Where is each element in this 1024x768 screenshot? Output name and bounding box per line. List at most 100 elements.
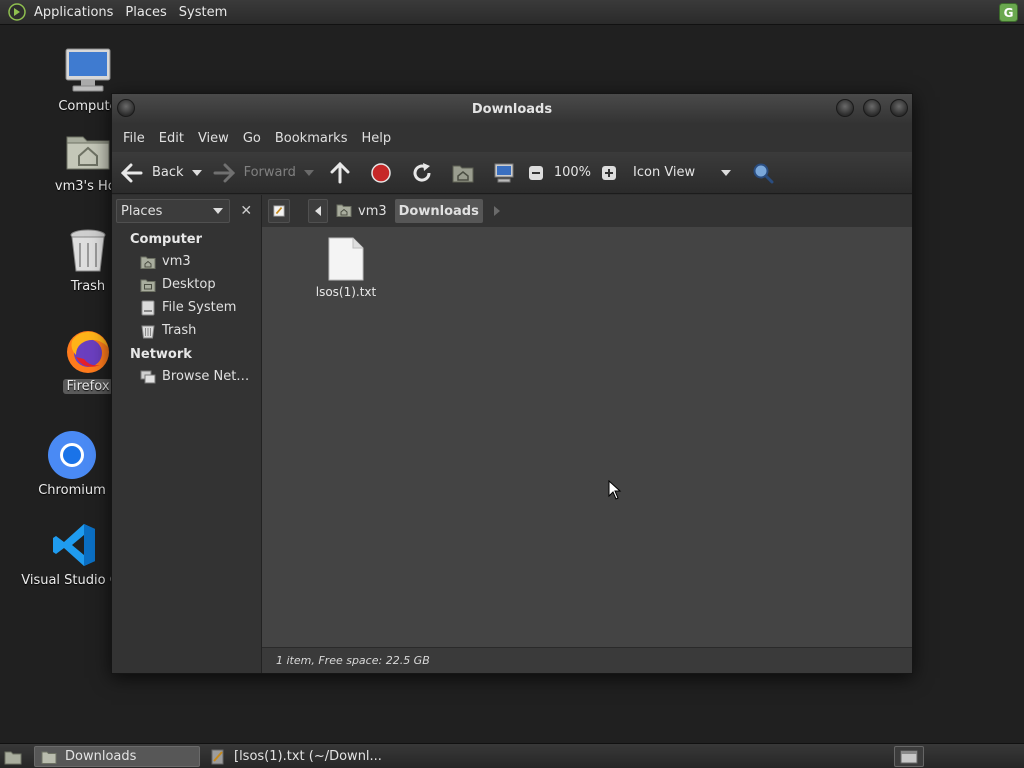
task-downloads[interactable]: Downloads bbox=[34, 746, 200, 767]
reload-button[interactable] bbox=[410, 157, 434, 189]
folder-icon bbox=[41, 751, 57, 764]
zoom-level: 100% bbox=[553, 165, 592, 180]
applications-menu[interactable]: Applications bbox=[28, 0, 119, 25]
places-select-label: Places bbox=[121, 203, 163, 219]
sidebar-item-trash[interactable]: Trash bbox=[112, 319, 261, 342]
sidebar-section-computer: Computer bbox=[130, 232, 203, 247]
computer-icon bbox=[65, 48, 111, 92]
vscode-icon bbox=[53, 524, 95, 566]
desktop-icon-label: Trash bbox=[70, 279, 106, 294]
back-history-dropdown[interactable] bbox=[191, 169, 202, 176]
back-button[interactable]: Back bbox=[120, 157, 184, 189]
view-mode-dropdown-icon bbox=[721, 169, 732, 176]
close-button[interactable] bbox=[890, 99, 908, 117]
back-arrow-icon bbox=[120, 161, 144, 185]
toolbar: Back Forward 100% Icon View bbox=[112, 152, 912, 194]
minimize-button[interactable] bbox=[836, 99, 854, 117]
path-scroll-right-button[interactable] bbox=[489, 199, 505, 223]
stop-button[interactable] bbox=[369, 157, 393, 189]
sidebar-places-select[interactable]: Places bbox=[116, 199, 230, 223]
menu-bookmarks[interactable]: Bookmarks bbox=[268, 131, 355, 146]
menu-help[interactable]: Help bbox=[354, 131, 398, 146]
zoom-in-icon bbox=[597, 161, 621, 185]
trash-icon bbox=[70, 229, 106, 272]
mint-menu-icon[interactable] bbox=[8, 3, 26, 21]
sidebar-item-label: Trash bbox=[162, 323, 197, 338]
menu-go[interactable]: Go bbox=[236, 131, 268, 146]
zoom-in-button[interactable] bbox=[597, 157, 621, 189]
computer-icon bbox=[492, 161, 516, 185]
sidebar-close-button[interactable]: ✕ bbox=[236, 200, 257, 222]
desktop-icon-label: Compute bbox=[58, 99, 118, 114]
file-manager-window: Downloads File Edit View Go Bookmarks He… bbox=[111, 93, 913, 674]
text-file-icon bbox=[328, 237, 364, 281]
sidebar-item-vm3[interactable]: vm3 bbox=[112, 250, 261, 273]
pathbar: vm3 Downloads bbox=[262, 195, 912, 227]
zoom-out-button[interactable]: 100% bbox=[524, 157, 591, 189]
menu-edit[interactable]: Edit bbox=[152, 131, 191, 146]
desktop-icon-label: Chromium bbox=[38, 483, 106, 498]
workspace-icon bbox=[900, 750, 918, 763]
top-panel: Applications Places System G bbox=[0, 0, 1024, 25]
home-button[interactable] bbox=[451, 157, 475, 189]
sidebar-item-label: Desktop bbox=[162, 277, 216, 292]
path-scroll-left-button[interactable] bbox=[308, 199, 328, 223]
up-arrow-icon bbox=[328, 161, 352, 185]
maximize-button[interactable] bbox=[863, 99, 881, 117]
stop-icon bbox=[369, 161, 393, 185]
menu-view[interactable]: View bbox=[191, 131, 236, 146]
window-title: Downloads bbox=[471, 101, 553, 117]
crumb-vm3[interactable]: vm3 bbox=[332, 199, 391, 223]
system-menu[interactable]: System bbox=[173, 0, 233, 25]
update-manager-icon[interactable]: G bbox=[999, 3, 1018, 22]
view-mode-label: Icon View bbox=[633, 165, 696, 180]
sidebar-item-label: vm3 bbox=[162, 254, 191, 269]
chevron-left-icon bbox=[315, 206, 321, 216]
back-label: Back bbox=[152, 165, 184, 180]
forward-button[interactable]: Forward bbox=[212, 157, 296, 189]
bottom-panel: Downloads [lsos(1).txt (~/Downl... bbox=[0, 743, 1024, 768]
chevron-right-icon bbox=[493, 206, 500, 216]
chromium-icon bbox=[48, 431, 96, 479]
window-titlebar[interactable]: Downloads bbox=[112, 94, 912, 124]
up-button[interactable] bbox=[328, 157, 352, 189]
computer-button[interactable] bbox=[492, 157, 516, 189]
places-menu[interactable]: Places bbox=[119, 0, 172, 25]
desktop-icon-label: Firefox bbox=[63, 379, 113, 394]
search-button[interactable] bbox=[751, 157, 775, 189]
sidebar: Places ✕ Computer vm3 Desktop File Syste… bbox=[112, 195, 262, 673]
toggle-location-entry-button[interactable] bbox=[268, 199, 290, 223]
text-editor-icon bbox=[211, 749, 224, 764]
desktop-folder-icon bbox=[140, 279, 156, 292]
sidebar-header: Places ✕ bbox=[112, 195, 261, 227]
sidebar-item-desktop[interactable]: Desktop bbox=[112, 273, 261, 296]
sidebar-item-filesystem[interactable]: File System bbox=[112, 296, 261, 319]
home-folder-icon bbox=[66, 136, 110, 170]
reload-icon bbox=[410, 161, 434, 185]
workspace-switcher[interactable] bbox=[894, 746, 924, 767]
firefox-icon bbox=[67, 331, 109, 373]
forward-label: Forward bbox=[243, 165, 296, 180]
sidebar-item-label: Browse Net… bbox=[162, 369, 250, 384]
view-mode-select[interactable]: Icon View bbox=[625, 157, 735, 189]
crumb-downloads[interactable]: Downloads bbox=[394, 199, 483, 223]
home-folder-icon bbox=[336, 204, 352, 217]
forward-history-dropdown[interactable] bbox=[303, 169, 314, 176]
home-folder-icon bbox=[140, 256, 156, 269]
show-desktop-button[interactable] bbox=[0, 746, 26, 767]
svg-text:G: G bbox=[1004, 6, 1014, 20]
show-desktop-icon bbox=[4, 751, 22, 764]
menu-file[interactable]: File bbox=[116, 131, 152, 146]
task-text-editor[interactable]: [lsos(1).txt (~/Downl... bbox=[204, 746, 394, 767]
home-folder-icon bbox=[451, 161, 475, 185]
chevron-down-icon bbox=[212, 208, 223, 214]
file-item[interactable]: lsos(1).txt bbox=[314, 237, 378, 299]
file-view[interactable]: lsos(1).txt bbox=[262, 227, 912, 647]
content-area: Places ✕ Computer vm3 Desktop File Syste… bbox=[112, 195, 912, 673]
sidebar-section-network: Network bbox=[130, 347, 192, 362]
window-menu-button[interactable] bbox=[117, 99, 135, 117]
task-label: Downloads bbox=[65, 749, 137, 764]
forward-arrow-icon bbox=[212, 161, 236, 185]
trash-icon bbox=[141, 325, 155, 338]
sidebar-item-browse-network[interactable]: Browse Net… bbox=[112, 365, 261, 388]
